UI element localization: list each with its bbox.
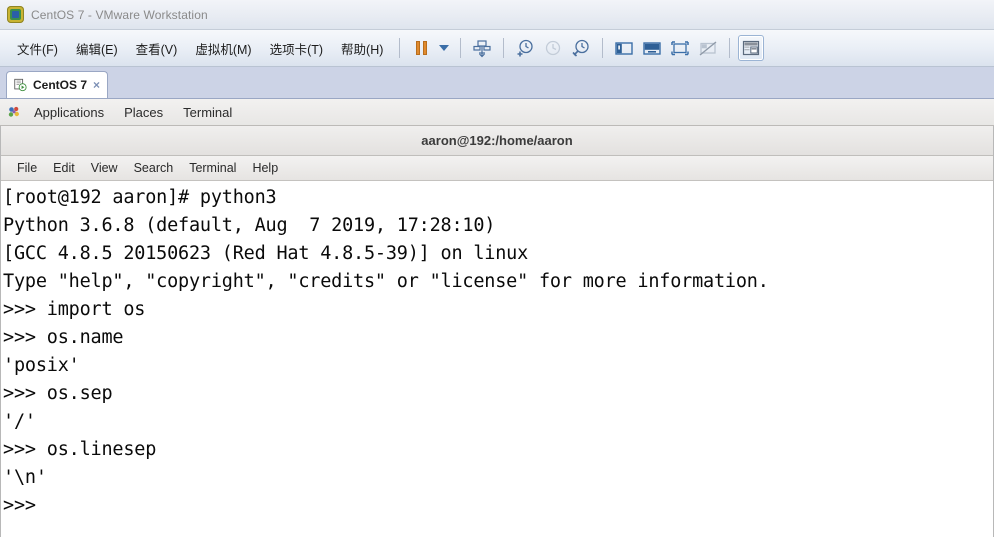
toolbar-separator-3 — [503, 38, 505, 58]
clock-revert-icon — [546, 40, 561, 56]
revert-snapshot-button[interactable] — [540, 35, 566, 61]
snapshot-manager-button[interactable] — [568, 35, 594, 61]
full-screen-button[interactable] — [667, 35, 693, 61]
terminal-output-area[interactable]: [root@192 aaron]# python3 Python 3.6.8 (… — [1, 181, 993, 537]
terminal-titlebar: aaron@192:/home/aaron — [1, 126, 993, 156]
terminal-line: >>> import os — [3, 299, 146, 320]
gnome-top-panel: Applications Places Terminal — [0, 99, 994, 126]
clock-wrench-icon — [572, 39, 590, 57]
suspend-button[interactable] — [408, 35, 434, 61]
terminal-line: '\n' — [3, 467, 47, 488]
menu-file[interactable]: 文件(F) — [8, 36, 67, 61]
chevron-down-icon — [439, 45, 450, 51]
menu-vm[interactable]: 虚拟机(M) — [186, 36, 260, 61]
terminal-line: Type "help", "copyright", "credits" or "… — [3, 271, 769, 292]
take-snapshot-button[interactable] — [512, 35, 538, 61]
vm-tabstrip: CentOS 7 × — [0, 67, 994, 99]
menu-tabs[interactable]: 选项卡(T) — [261, 36, 332, 61]
terminal-line: >>> os.name — [3, 327, 124, 348]
console-view-icon — [643, 42, 662, 55]
terminal-line: >>> os.linesep — [3, 439, 157, 460]
menu-help[interactable]: 帮助(H) — [332, 36, 392, 61]
close-icon[interactable]: × — [93, 79, 100, 91]
unity-disabled-icon — [699, 41, 717, 56]
menubar-toolbar-row: 文件(F) 编辑(E) 查看(V) 虚拟机(M) 选项卡(T) 帮助(H) — [0, 30, 994, 67]
vm-tab-label: CentOS 7 — [33, 78, 88, 92]
panel-applications[interactable]: Applications — [24, 103, 114, 122]
toolbar-separator-4 — [602, 38, 604, 58]
applications-icon — [8, 106, 19, 117]
terminal-menu-terminal[interactable]: Terminal — [181, 159, 244, 177]
power-dropdown-button[interactable] — [436, 35, 452, 61]
terminal-window: aaron@192:/home/aaron File Edit View Sea… — [0, 126, 994, 537]
window-titlebar: CentOS 7 - VMware Workstation — [0, 0, 994, 30]
main-toolbar — [407, 30, 765, 66]
show-console-view-button[interactable] — [639, 35, 665, 61]
snapshot-button[interactable] — [469, 35, 495, 61]
terminal-prompt-line: >>> — [3, 495, 36, 516]
show-library-button[interactable] — [611, 35, 637, 61]
main-menubar: 文件(F) 编辑(E) 查看(V) 虚拟机(M) 选项卡(T) 帮助(H) — [0, 36, 392, 61]
terminal-title: aaron@192:/home/aaron — [421, 133, 573, 148]
toolbar-separator — [399, 38, 401, 58]
panel-terminal[interactable]: Terminal — [173, 103, 242, 122]
sidebar-panel-icon — [615, 42, 634, 55]
terminal-menu-edit[interactable]: Edit — [45, 159, 83, 177]
terminal-menubar: File Edit View Search Terminal Help — [1, 156, 993, 181]
menu-view[interactable]: 查看(V) — [127, 36, 187, 61]
menu-edit[interactable]: 编辑(E) — [67, 36, 127, 61]
terminal-menu-search[interactable]: Search — [126, 159, 182, 177]
show-thumbnail-bar-button[interactable] — [738, 35, 765, 61]
window-title: CentOS 7 - VMware Workstation — [31, 7, 208, 22]
terminal-menu-help[interactable]: Help — [244, 159, 286, 177]
terminal-line: >>> os.sep — [3, 383, 113, 404]
vm-tab-icon — [14, 78, 27, 92]
snapshot-icon — [473, 40, 491, 58]
toolbar-separator-2 — [460, 38, 462, 58]
toolbar-separator-5 — [729, 38, 731, 58]
vmware-logo-icon — [7, 6, 24, 23]
fullscreen-icon — [671, 41, 690, 56]
thumbnail-bar-icon — [743, 40, 760, 56]
pause-icon — [415, 41, 427, 55]
vmware-workstation-window: CentOS 7 - VMware Workstation 文件(F) 编辑(E… — [0, 0, 994, 537]
terminal-line: 'posix' — [3, 355, 80, 376]
terminal-menu-view[interactable]: View — [83, 159, 126, 177]
panel-places[interactable]: Places — [114, 103, 173, 122]
clock-plus-icon — [517, 39, 534, 57]
terminal-line: Python 3.6.8 (default, Aug 7 2019, 17:28… — [3, 215, 496, 236]
vm-tab-centos7[interactable]: CentOS 7 × — [6, 71, 109, 98]
terminal-line: '/' — [3, 411, 36, 432]
terminal-menu-file[interactable]: File — [9, 159, 45, 177]
terminal-line: [GCC 4.8.5 20150623 (Red Hat 4.8.5-39)] … — [3, 243, 529, 264]
unity-mode-button[interactable] — [695, 35, 721, 61]
terminal-line: [root@192 aaron]# python3 — [3, 187, 277, 208]
